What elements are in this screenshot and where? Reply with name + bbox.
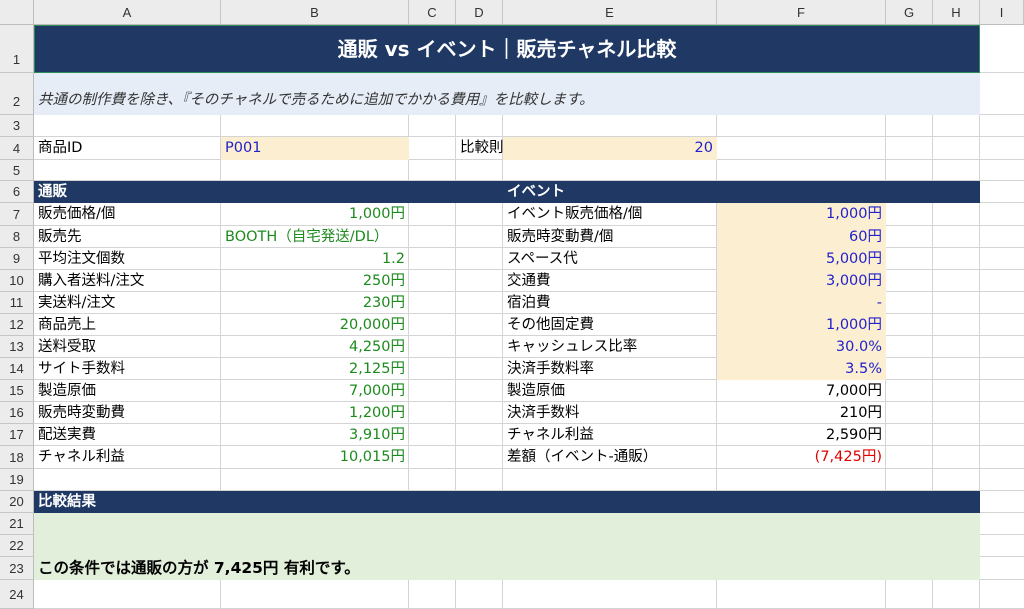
event-row-label: チャネル利益 bbox=[507, 427, 594, 443]
mail-row-value[interactable]: 7,000円 bbox=[221, 380, 409, 402]
result-header: 比較結果 bbox=[38, 494, 96, 510]
mail-row-value[interactable]: 2,125円 bbox=[221, 358, 409, 380]
mail-row-label: 配送実費 bbox=[38, 427, 96, 443]
mail-row-label: 平均注文個数 bbox=[38, 251, 125, 267]
event-row-value[interactable]: 2,590円 bbox=[717, 424, 886, 446]
event-row-label: 決済手数料率 bbox=[507, 361, 594, 377]
mail-row-value[interactable]: 10,015円 bbox=[221, 446, 409, 469]
column-header-d[interactable]: D bbox=[456, 0, 503, 25]
mail-row-label: 購入者送料/注文 bbox=[38, 273, 145, 289]
row-header-19[interactable]: 19 bbox=[0, 469, 34, 491]
event-row-value[interactable]: 60円 bbox=[717, 226, 886, 248]
row-header-2[interactable]: 2 bbox=[0, 73, 34, 115]
event-row-value[interactable]: - bbox=[717, 292, 886, 314]
event-row-label: その他固定費 bbox=[507, 317, 594, 333]
mail-row-value[interactable]: 3,910円 bbox=[221, 424, 409, 446]
row-header-16[interactable]: 16 bbox=[0, 402, 34, 424]
row-header-12[interactable]: 12 bbox=[0, 314, 34, 336]
event-row-label: キャッシュレス比率 bbox=[507, 339, 638, 355]
column-header-h[interactable]: H bbox=[933, 0, 980, 25]
event-row-label: 販売時変動費/個 bbox=[507, 229, 614, 245]
event-row-value[interactable]: 3.5% bbox=[717, 358, 886, 380]
row-header-3[interactable]: 3 bbox=[0, 115, 34, 137]
event-row-value[interactable]: (7,425円) bbox=[717, 446, 886, 469]
column-header-e[interactable]: E bbox=[503, 0, 717, 25]
column-header-i[interactable]: I bbox=[980, 0, 1024, 25]
event-row-value[interactable]: 1,000円 bbox=[717, 314, 886, 336]
row-header-15[interactable]: 15 bbox=[0, 380, 34, 402]
row-header-6[interactable]: 6 bbox=[0, 181, 34, 203]
event-row-value[interactable]: 1,000円 bbox=[717, 203, 886, 226]
row-header-8[interactable]: 8 bbox=[0, 226, 34, 248]
event-row-value[interactable]: 5,000円 bbox=[717, 248, 886, 270]
event-row-label: イベント販売価格/個 bbox=[507, 206, 643, 222]
row-header-17[interactable]: 17 bbox=[0, 424, 34, 446]
mail-row-value[interactable]: 250円 bbox=[221, 270, 409, 292]
product-id-input[interactable]: P001 bbox=[221, 137, 409, 160]
event-row-label: 宿泊費 bbox=[507, 295, 551, 311]
mail-row-value[interactable]: 1.2 bbox=[221, 248, 409, 270]
event-row-value[interactable]: 210円 bbox=[717, 402, 886, 424]
mail-row-label: 販売先 bbox=[38, 229, 82, 245]
row-header-14[interactable]: 14 bbox=[0, 358, 34, 380]
product-id-label: 商品ID bbox=[38, 140, 83, 156]
row-header-18[interactable]: 18 bbox=[0, 446, 34, 469]
row-header-7[interactable]: 7 bbox=[0, 203, 34, 226]
sheet-title: 通販 vs イベント｜販売チャネル比較 bbox=[337, 37, 677, 61]
select-all-corner[interactable] bbox=[0, 0, 34, 25]
event-row-label: 差額（イベント-通販） bbox=[507, 449, 658, 465]
mail-row-value[interactable]: 230円 bbox=[221, 292, 409, 314]
row-header-1[interactable]: 1 bbox=[0, 25, 34, 73]
mail-row-value[interactable]: 1,200円 bbox=[221, 402, 409, 424]
mail-row-label: 商品売上 bbox=[38, 317, 96, 333]
row-header-13[interactable]: 13 bbox=[0, 336, 34, 358]
row-header-21[interactable]: 21 bbox=[0, 513, 34, 535]
result-text: この条件では通販の方が 7,425円 有利です。 bbox=[38, 559, 360, 577]
mail-row-value[interactable]: 4,250円 bbox=[221, 336, 409, 358]
row-header-10[interactable]: 10 bbox=[0, 270, 34, 292]
event-row-label: スペース代 bbox=[507, 251, 578, 267]
column-header-f[interactable]: F bbox=[717, 0, 886, 25]
event-row-label: 決済手数料 bbox=[507, 405, 580, 421]
event-header: イベント bbox=[507, 184, 565, 200]
row-header-11[interactable]: 11 bbox=[0, 292, 34, 314]
column-header-c[interactable]: C bbox=[409, 0, 456, 25]
mail-row-value[interactable]: 1,000円 bbox=[221, 203, 409, 226]
column-header-a[interactable]: A bbox=[34, 0, 221, 25]
compare-input[interactable]: 20 bbox=[503, 137, 717, 160]
column-header-g[interactable]: G bbox=[886, 0, 933, 25]
event-row-value[interactable]: 30.0% bbox=[717, 336, 886, 358]
mail-row-value[interactable]: 20,000円 bbox=[221, 314, 409, 336]
subtitle-note: 共通の制作費を除き、『そのチャネルで売るために追加でかかる費用』を比較します。 bbox=[38, 92, 594, 108]
mail-row-label: 送料受取 bbox=[38, 339, 96, 355]
row-header-9[interactable]: 9 bbox=[0, 248, 34, 270]
row-header-22[interactable]: 22 bbox=[0, 535, 34, 557]
event-row-label: 製造原価 bbox=[507, 383, 565, 399]
row-header-23[interactable]: 23 bbox=[0, 557, 34, 580]
event-row-label: 交通費 bbox=[507, 273, 551, 289]
mail-row-label: チャネル利益 bbox=[38, 449, 125, 465]
row-header-24[interactable]: 24 bbox=[0, 580, 34, 609]
row-header-4[interactable]: 4 bbox=[0, 137, 34, 160]
mail-order-header: 通販 bbox=[38, 184, 67, 200]
mail-row-value[interactable]: BOOTH（自宅発送/DL） bbox=[221, 226, 409, 248]
mail-row-label: 販売時変動費 bbox=[38, 405, 125, 421]
column-header-b[interactable]: B bbox=[221, 0, 409, 25]
event-row-value[interactable]: 7,000円 bbox=[717, 380, 886, 402]
mail-row-label: サイト手数料 bbox=[38, 361, 125, 377]
row-header-5[interactable]: 5 bbox=[0, 160, 34, 181]
row-header-20[interactable]: 20 bbox=[0, 491, 34, 513]
mail-row-label: 製造原価 bbox=[38, 383, 96, 399]
mail-row-label: 販売価格/個 bbox=[38, 206, 116, 222]
spreadsheet[interactable]: A B C D E F G H I 1 2 3 4 5 6 7 8 9 10 11 12 13 14 15 16 17 18 19 20… bbox=[0, 0, 1024, 609]
mail-row-label: 実送料/注文 bbox=[38, 295, 116, 311]
compare-label: 比較則 bbox=[460, 140, 503, 156]
event-row-value[interactable]: 3,000円 bbox=[717, 270, 886, 292]
